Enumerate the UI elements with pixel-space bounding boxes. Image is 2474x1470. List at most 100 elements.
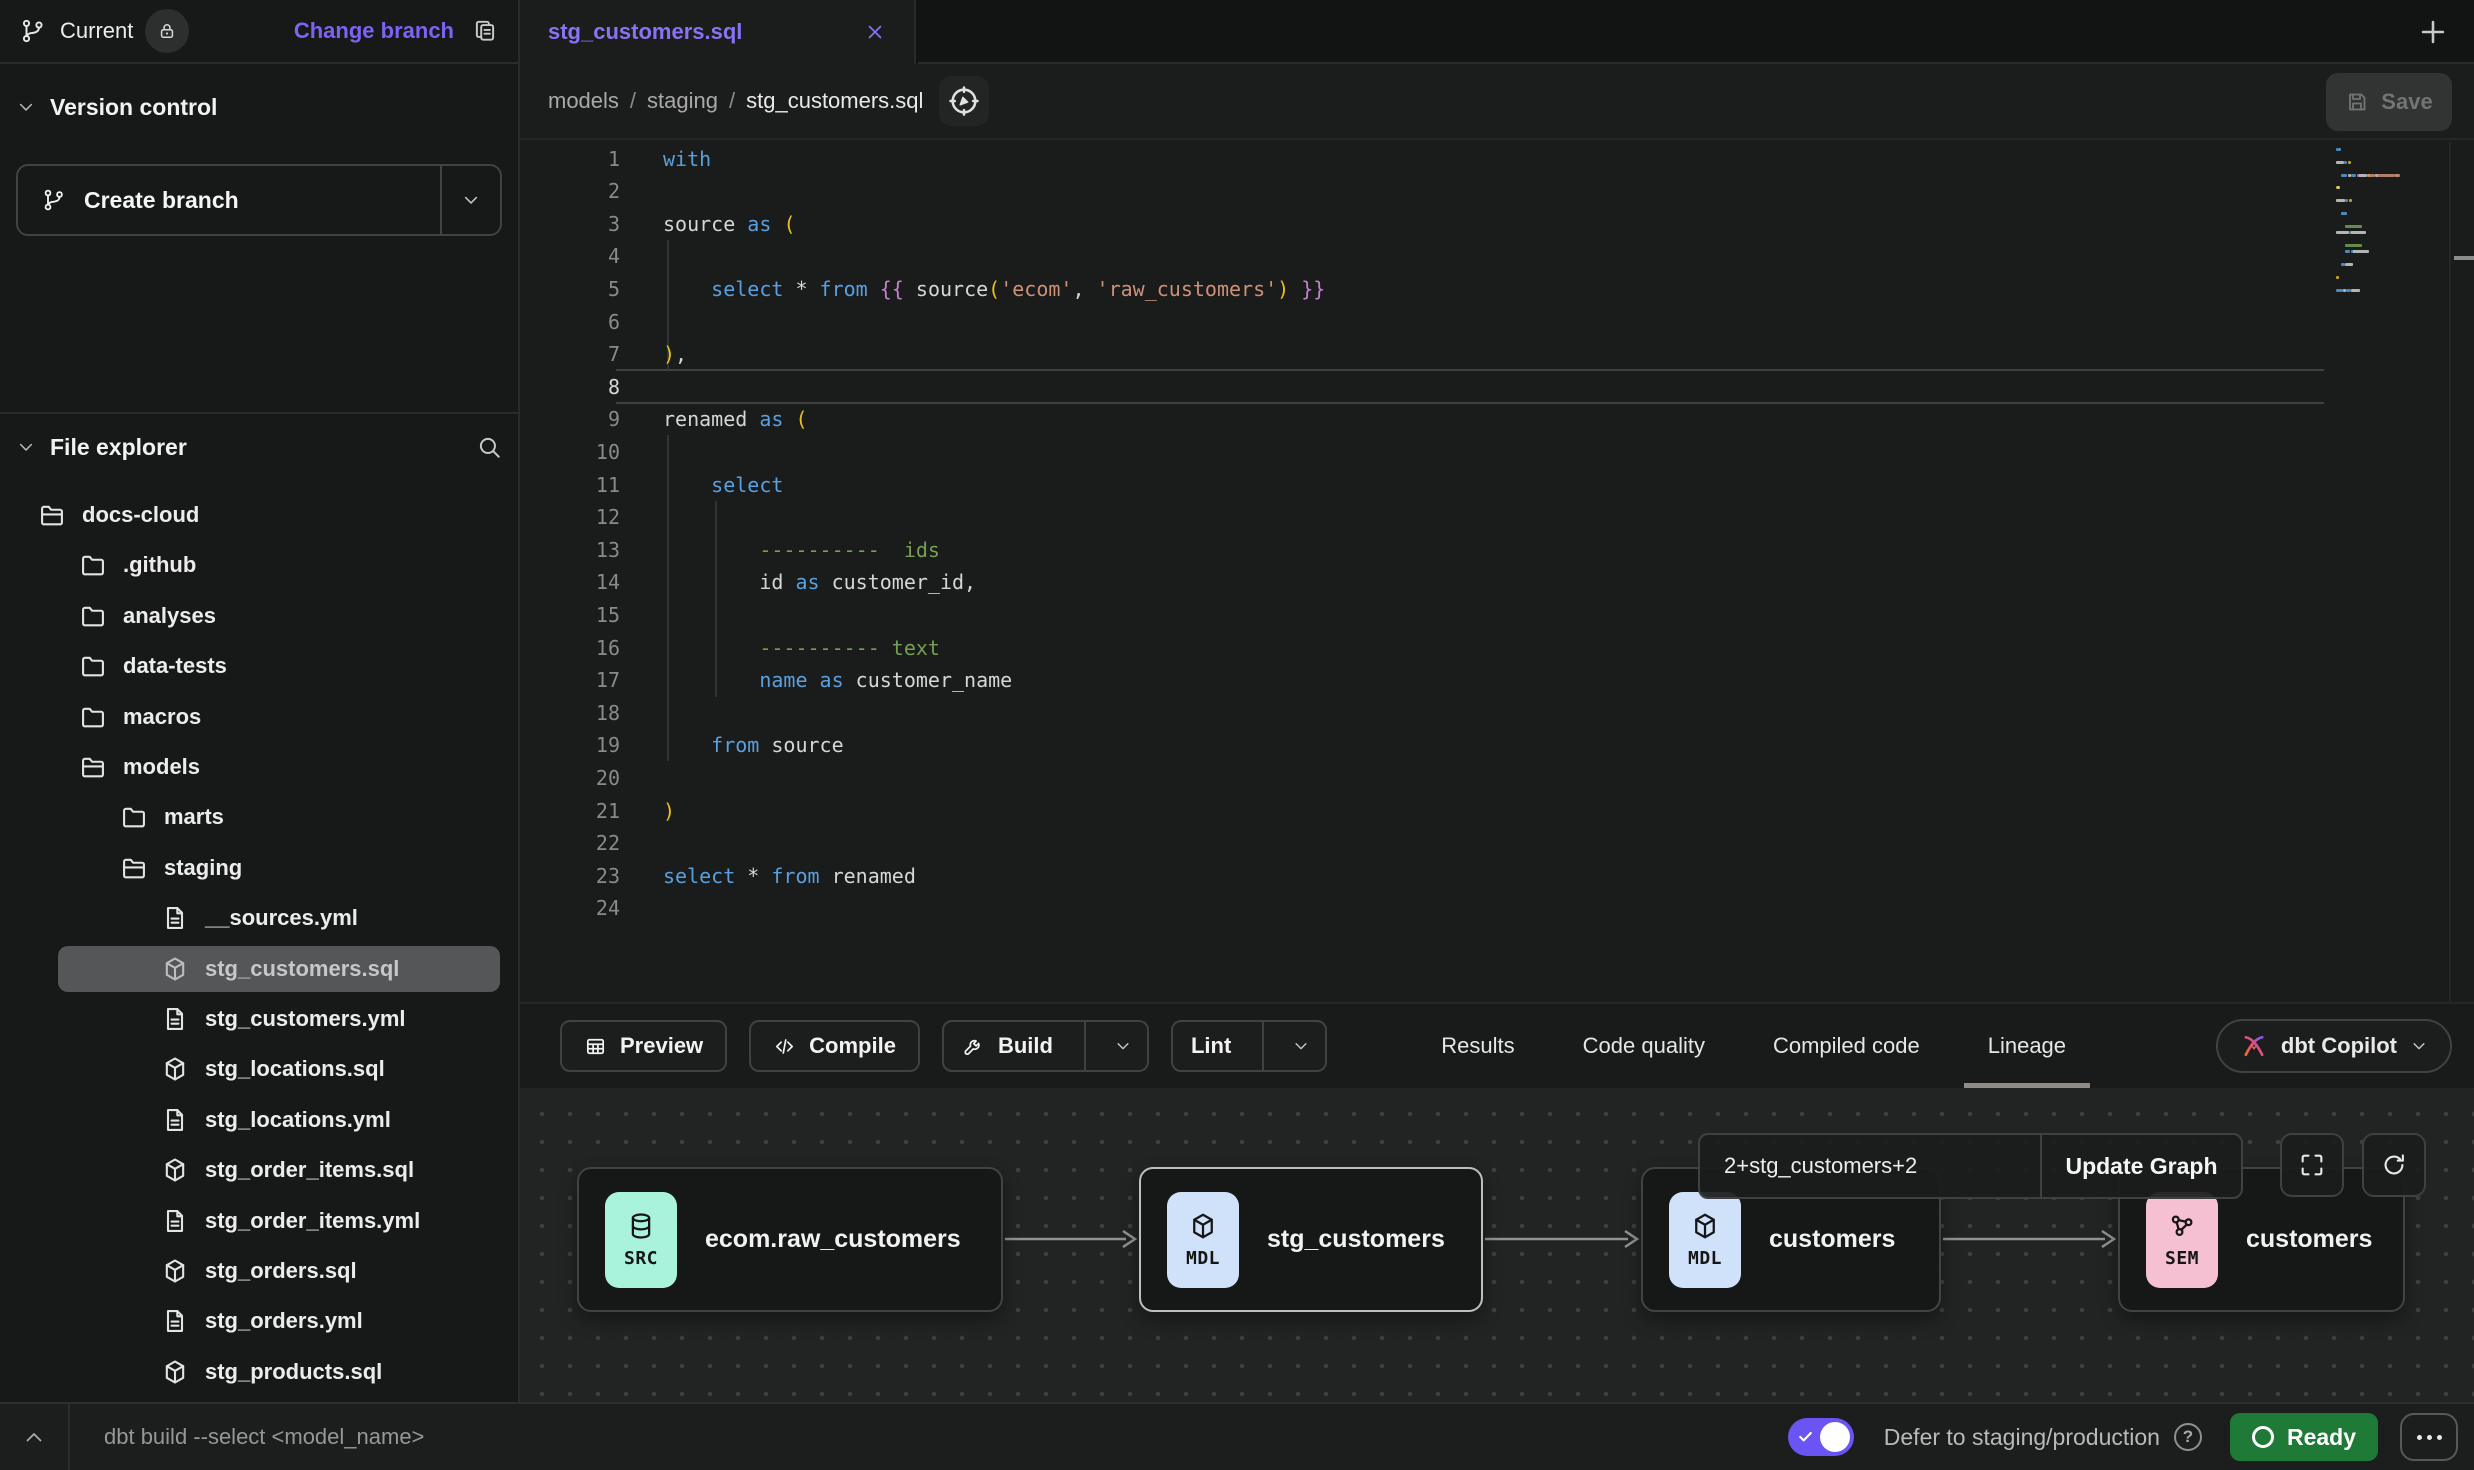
file-tree-item-stg-products-sql[interactable]: stg_products.sql (0, 1347, 516, 1397)
lineage-node-ecom-raw-customers[interactable]: SRCecom.raw_customers (577, 1167, 1003, 1312)
refresh-button[interactable] (2362, 1133, 2426, 1197)
code-line[interactable]: 4 (520, 240, 2474, 273)
version-control-section-header[interactable]: Version control (0, 86, 518, 128)
breadcrumb-segment[interactable]: staging (647, 88, 718, 114)
file-tree-item-stg-order-items-yml[interactable]: stg_order_items.yml (0, 1196, 516, 1246)
code-line[interactable]: 2 (520, 175, 2474, 208)
file-tree-item-stg-customers-sql[interactable]: stg_customers.sql (0, 944, 516, 994)
ready-label: Ready (2287, 1424, 2356, 1451)
code-line[interactable]: 11 select (520, 468, 2474, 501)
defer-label: Defer to staging/production (1884, 1424, 2160, 1451)
panel-tab-compiled-code[interactable]: Compiled code (1739, 1004, 1954, 1088)
create-branch-main[interactable]: Create branch (18, 166, 440, 234)
file-tree-item-stg-locations-sql[interactable]: stg_locations.sql (0, 1044, 516, 1094)
ready-status-button[interactable]: Ready (2230, 1413, 2378, 1461)
lineage-selector-input[interactable] (1700, 1135, 2040, 1197)
file-tree-item-analyses[interactable]: analyses (0, 591, 516, 641)
scrollbar-thumb[interactable] (2454, 256, 2474, 260)
code-line[interactable]: 10 (520, 435, 2474, 468)
compile-button[interactable]: Compile (749, 1020, 920, 1072)
file-tree-item-marts[interactable]: marts (0, 792, 516, 842)
file-tree-item-stg-customers-yml[interactable]: stg_customers.yml (0, 994, 516, 1044)
code-line[interactable]: 23select * from renamed (520, 859, 2474, 892)
status-ring-icon (2252, 1426, 2274, 1448)
code-line[interactable]: 24 (520, 892, 2474, 925)
code-line[interactable]: 14 id as customer_id, (520, 566, 2474, 599)
more-options-button[interactable] (2400, 1413, 2458, 1461)
file-yml-icon (161, 904, 189, 932)
copy-icon[interactable] (472, 18, 498, 44)
fullscreen-button[interactable] (2280, 1133, 2344, 1197)
code-editor[interactable]: 1with23source as (45 select * from {{ so… (520, 142, 2474, 1002)
editor-minimap[interactable] (2336, 148, 2442, 318)
code-icon (773, 1035, 796, 1058)
file-tree-item-staging[interactable]: staging (0, 843, 516, 893)
file-tree-item-data-tests[interactable]: data-tests (0, 641, 516, 691)
build-dropdown[interactable] (1099, 1022, 1147, 1070)
code-line[interactable]: 5 select * from {{ source('ecom', 'raw_c… (520, 272, 2474, 305)
lineage-canvas[interactable]: SRCecom.raw_customersMDLstg_customersMDL… (520, 1088, 2474, 1402)
code-text: ) (620, 799, 675, 823)
change-branch-link[interactable]: Change branch (294, 18, 454, 44)
file-yml-icon (161, 1207, 189, 1235)
code-line[interactable]: 21) (520, 794, 2474, 827)
file-tree-item-macros[interactable]: macros (0, 692, 516, 742)
tab-stg-customers-sql[interactable]: stg_customers.sql (520, 0, 916, 64)
code-line[interactable]: 22 (520, 827, 2474, 860)
code-line[interactable]: 1with (520, 142, 2474, 175)
code-line[interactable]: 17 name as customer_name (520, 664, 2474, 697)
lineage-node-stg-customers[interactable]: MDLstg_customers (1139, 1167, 1483, 1312)
close-icon[interactable] (864, 21, 886, 43)
explore-lineage-button[interactable] (939, 76, 989, 126)
lint-button[interactable]: Lint (1173, 1022, 1249, 1070)
node-type-badge-sem: SEM (2146, 1192, 2218, 1288)
file-tree-item--github[interactable]: .github (0, 540, 516, 590)
code-line[interactable]: 6 (520, 305, 2474, 338)
save-button[interactable]: Save (2326, 73, 2452, 131)
breadcrumb-segment[interactable]: models (548, 88, 619, 114)
lint-dropdown[interactable] (1277, 1022, 1325, 1070)
panel-tab-results[interactable]: Results (1407, 1004, 1548, 1088)
fullscreen-icon (2298, 1151, 2326, 1179)
file-tree-item-models[interactable]: models (0, 742, 516, 792)
create-branch-button[interactable]: Create branch (16, 164, 502, 236)
defer-toggle[interactable] (1788, 1418, 1854, 1456)
expand-command-bar-button[interactable] (0, 1425, 68, 1449)
node-label: ecom.raw_customers (705, 1225, 961, 1254)
dbt-copilot-button[interactable]: dbt Copilot (2216, 1019, 2452, 1073)
line-number: 11 (520, 473, 620, 497)
code-line[interactable]: 12 (520, 501, 2474, 534)
code-line[interactable]: 20 (520, 761, 2474, 794)
preview-button[interactable]: Preview (560, 1020, 727, 1072)
file-explorer-section-header[interactable]: File explorer (0, 426, 518, 468)
line-number: 24 (520, 896, 620, 920)
file-name: docs-cloud (82, 502, 199, 528)
code-line[interactable]: 13 ---------- ids (520, 533, 2474, 566)
code-line[interactable]: 19 from source (520, 729, 2474, 762)
update-graph-button[interactable]: Update Graph (2042, 1135, 2241, 1197)
chevron-down-icon (1114, 1037, 1132, 1055)
dbt-command-input[interactable] (70, 1424, 970, 1450)
create-branch-dropdown[interactable] (442, 166, 500, 234)
file-tree-item-stg-orders-sql[interactable]: stg_orders.sql (0, 1246, 516, 1296)
divider (1084, 1022, 1086, 1070)
file-tree-item--sources-yml[interactable]: __sources.yml (0, 893, 516, 943)
panel-tab-lineage[interactable]: Lineage (1954, 1004, 2100, 1088)
panel-tab-code-quality[interactable]: Code quality (1549, 1004, 1739, 1088)
code-line[interactable]: 18 (520, 696, 2474, 729)
code-line[interactable]: 7), (520, 338, 2474, 371)
folder-icon (79, 652, 107, 680)
code-line[interactable]: 9renamed as ( (520, 403, 2474, 436)
help-icon[interactable]: ? (2174, 1423, 2202, 1451)
file-tree-item-docs-cloud[interactable]: docs-cloud (0, 490, 516, 540)
code-line[interactable]: 3source as ( (520, 207, 2474, 240)
file-tree-item-stg-orders-yml[interactable]: stg_orders.yml (0, 1296, 516, 1346)
new-tab-button[interactable] (2416, 15, 2450, 49)
code-line[interactable]: 8 (520, 370, 2474, 403)
code-line[interactable]: 16 ---------- text (520, 631, 2474, 664)
file-tree-item-stg-order-items-sql[interactable]: stg_order_items.sql (0, 1145, 516, 1195)
build-button[interactable]: Build (944, 1022, 1071, 1070)
file-tree-item-stg-locations-yml[interactable]: stg_locations.yml (0, 1095, 516, 1145)
code-line[interactable]: 15 (520, 598, 2474, 631)
search-icon[interactable] (476, 434, 502, 460)
